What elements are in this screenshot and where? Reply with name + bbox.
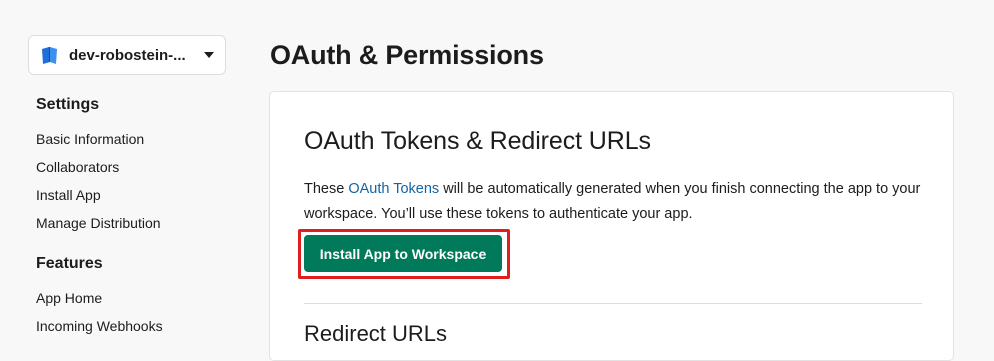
sidebar-item-app-home[interactable]: App Home bbox=[36, 290, 102, 306]
divider bbox=[304, 303, 922, 304]
section-title-features: Features bbox=[36, 255, 103, 272]
oauth-tokens-card: OAuth Tokens & Redirect URLs These OAuth… bbox=[269, 91, 954, 361]
sidebar-item-basic-information[interactable]: Basic Information bbox=[36, 131, 144, 147]
page-title: OAuth & Permissions bbox=[270, 40, 544, 70]
app-name: dev-robostein-... bbox=[69, 46, 186, 64]
sidebar-item-incoming-webhooks[interactable]: Incoming Webhooks bbox=[36, 318, 163, 334]
desc-text-before: These bbox=[304, 181, 349, 197]
section-title-settings: Settings bbox=[36, 96, 100, 113]
redirect-urls-title: Redirect URLs bbox=[304, 321, 448, 346]
book-icon bbox=[42, 47, 57, 64]
sidebar-item-install-app[interactable]: Install App bbox=[36, 187, 101, 203]
sidebar-item-collaborators[interactable]: Collaborators bbox=[36, 159, 119, 175]
card-description: These OAuth Tokens will be automatically… bbox=[304, 177, 934, 227]
oauth-tokens-link[interactable]: OAuth Tokens bbox=[348, 181, 439, 197]
card-title: OAuth Tokens & Redirect URLs bbox=[304, 127, 651, 155]
caret-down-icon bbox=[204, 52, 214, 58]
sidebar: dev-robostein-... Settings Basic Informa… bbox=[0, 0, 250, 347]
install-app-to-workspace-button[interactable]: Install App to Workspace bbox=[304, 235, 502, 272]
app-switcher-dropdown[interactable]: dev-robostein-... bbox=[28, 35, 226, 75]
sidebar-item-manage-distribution[interactable]: Manage Distribution bbox=[36, 215, 161, 231]
